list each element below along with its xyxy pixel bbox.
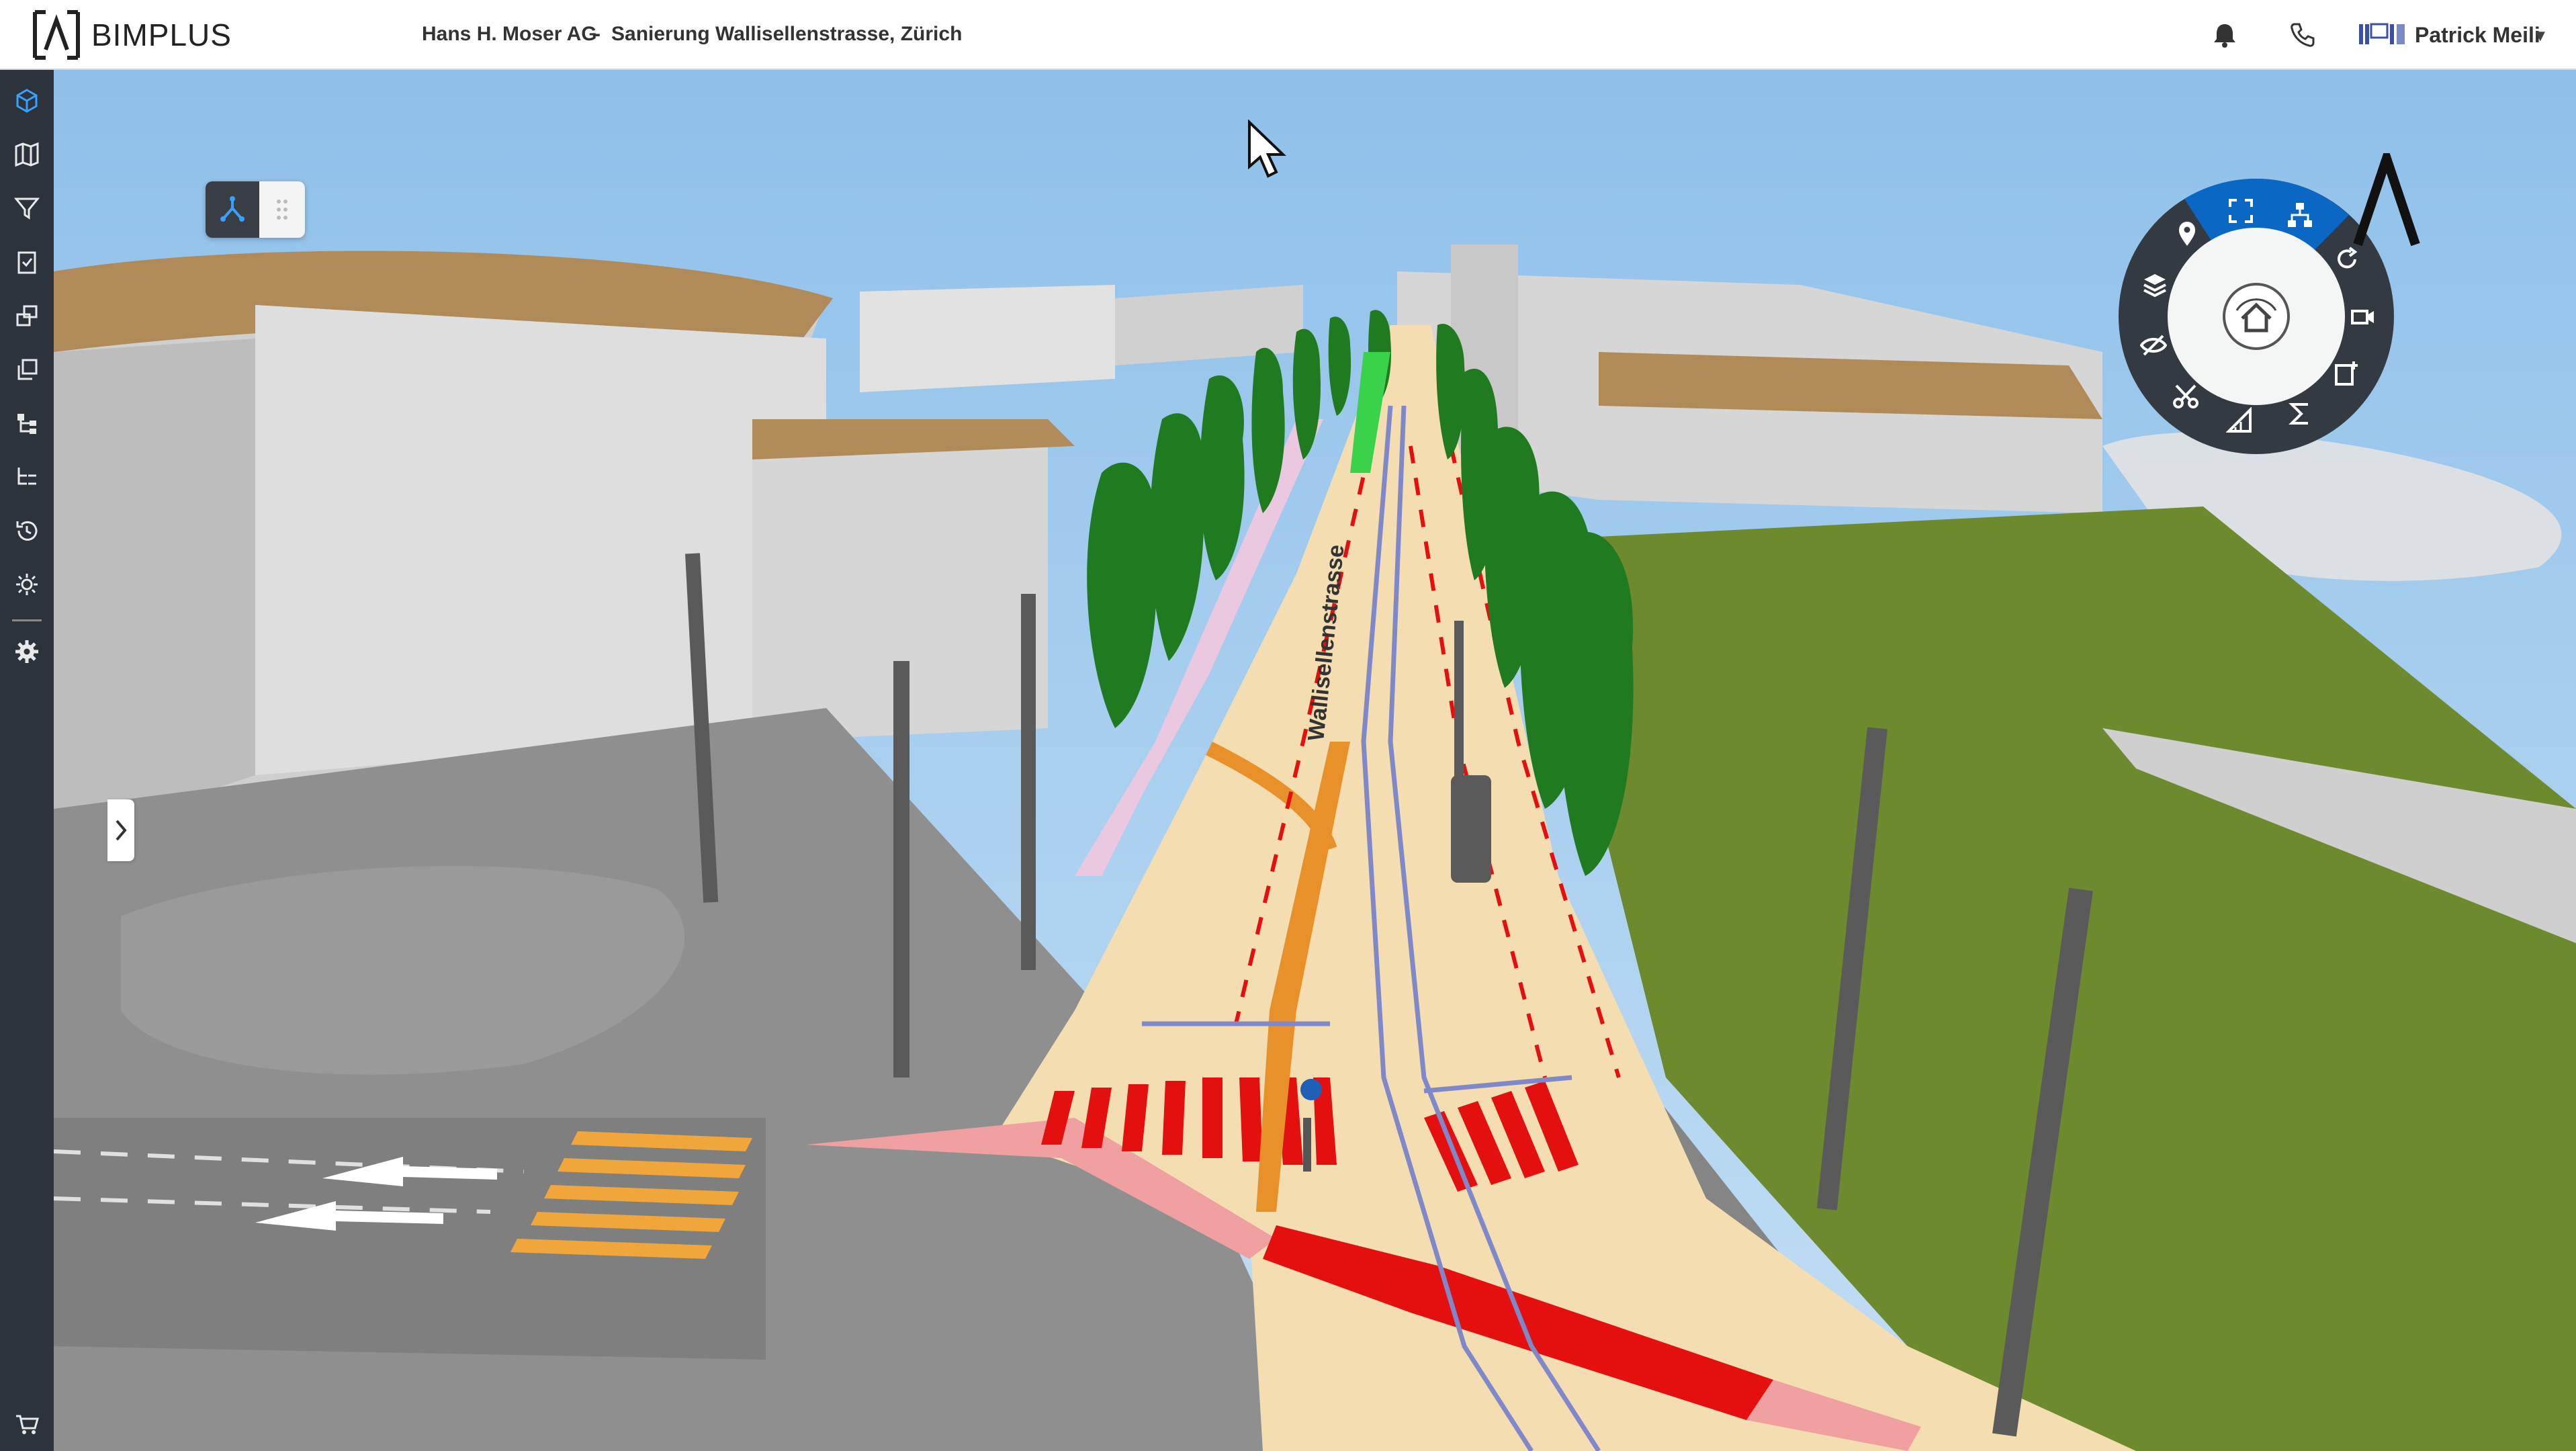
camera-icon[interactable]: [2350, 304, 2377, 331]
clipboard-check-icon: [17, 251, 36, 274]
sidebar-item-model-3d[interactable]: [9, 83, 44, 118]
rotate-icon[interactable]: [2334, 246, 2360, 273]
chevron-right-icon: [116, 820, 127, 841]
company-name: Hans H. Moser AG: [422, 23, 597, 45]
left-sidebar: [0, 70, 54, 1451]
sidebar-item-brightness[interactable]: [9, 567, 44, 602]
cart-icon: [16, 1415, 39, 1434]
model-3d-icon: [16, 89, 38, 113]
sidebar-item-objects[interactable]: [9, 298, 44, 333]
hide-icon[interactable]: [2140, 332, 2167, 359]
structure-icon: [17, 468, 36, 485]
sidebar-item-history[interactable]: [9, 513, 44, 548]
tree-view-icon: [220, 196, 245, 222]
hierarchy-icon: [17, 414, 36, 434]
phone-icon[interactable]: [2288, 20, 2317, 50]
sidebar-item-structure[interactable]: [9, 459, 44, 494]
sidebar-item-layers-copy[interactable]: [9, 352, 44, 387]
layers-icon[interactable]: [2141, 271, 2168, 298]
bell-icon[interactable]: [2210, 20, 2239, 50]
title-separator: -: [594, 23, 601, 45]
top-header: BIMPLUS Hans H. Moser AG - Sanierung Wal…: [0, 0, 2576, 70]
view-mode-toggle[interactable]: [206, 181, 305, 238]
view-mode-grid-button[interactable]: [259, 181, 305, 238]
logo-text: BIMPLUS: [91, 17, 232, 52]
view-mode-3d-button[interactable]: [206, 181, 259, 238]
brightness-icon: [16, 574, 38, 595]
fit-screen-icon[interactable]: [2227, 197, 2254, 224]
sidebar-item-hierarchy[interactable]: [9, 406, 44, 441]
bimplus-lambda-icon: [2353, 153, 2420, 247]
expand-panel-button[interactable]: [107, 799, 134, 861]
sum-icon[interactable]: [2286, 400, 2313, 427]
objects-icon: [16, 305, 38, 326]
project-name[interactable]: Sanierung Wallisellenstrasse, Zürich: [611, 23, 962, 46]
user-name[interactable]: Patrick Meili: [2415, 23, 2540, 48]
sidebar-item-filter[interactable]: [9, 191, 44, 226]
measure-icon[interactable]: [2226, 407, 2253, 434]
map-icon: [15, 142, 39, 167]
sidebar-item-map[interactable]: [9, 137, 44, 172]
caret-down-icon[interactable]: ▼: [2532, 27, 2548, 46]
home-view-icon[interactable]: [2223, 283, 2289, 349]
sidebar-divider: [12, 619, 42, 621]
add-view-icon[interactable]: [2334, 360, 2360, 387]
sidebar-item-cart[interactable]: [9, 1407, 44, 1442]
location-pin-icon[interactable]: [2174, 220, 2201, 247]
grid-dots-icon: [277, 200, 287, 220]
bimplus-logo-icon: [33, 10, 80, 60]
scissors-icon[interactable]: [2172, 383, 2199, 410]
mouse-cursor-icon: [1248, 120, 1286, 178]
sidebar-item-tasks[interactable]: [9, 245, 44, 279]
filter-icon: [13, 197, 40, 220]
structure-icon[interactable]: [2286, 202, 2313, 228]
history-icon: [16, 521, 38, 541]
bimplus-logo[interactable]: BIMPLUS: [32, 9, 232, 60]
layers-copy-icon: [17, 359, 38, 380]
company-logo-icon: [2359, 23, 2405, 44]
settings-icon: [15, 640, 38, 663]
sidebar-item-settings[interactable]: [9, 634, 44, 669]
